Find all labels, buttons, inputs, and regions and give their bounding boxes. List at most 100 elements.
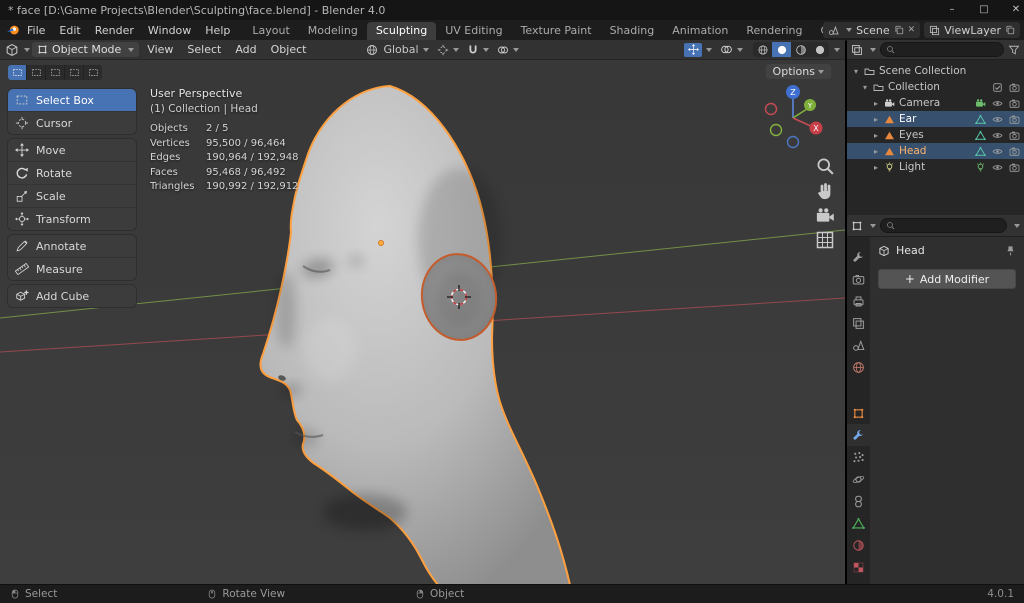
outliner-search-input[interactable] [898,44,998,55]
pin-icon[interactable] [1005,245,1016,256]
axis-neg-z[interactable] [788,137,799,148]
shading-solid-button[interactable] [772,42,791,57]
select-mode-subtract-button[interactable] [46,65,65,80]
snapping-dropdown[interactable] [467,44,489,56]
outliner-row-scene-collection[interactable]: ▾ Scene Collection [847,63,1024,79]
properties-tab-physics[interactable] [847,468,870,490]
menu-help[interactable]: Help [198,24,237,37]
new-view-layer-icon[interactable] [1005,25,1015,35]
properties-tab-data[interactable] [847,512,870,534]
properties-editor-icon[interactable] [851,220,863,232]
properties-tab-particles[interactable] [847,446,870,468]
select-mode-set-button[interactable] [8,65,27,80]
eye-icon[interactable] [992,114,1003,125]
properties-search[interactable] [880,218,1007,233]
tab-modeling[interactable]: Modeling [299,22,367,40]
minimize-button[interactable]: – [936,0,968,20]
head-object[interactable] [260,86,570,585]
tool-measure[interactable]: Measure [8,258,136,280]
tool-rotate[interactable]: Rotate [8,162,136,185]
pivot-point-dropdown[interactable] [437,44,459,56]
properties-tab-constraints[interactable] [847,490,870,512]
axis-neg-x[interactable] [766,104,777,115]
checkbox-icon[interactable] [992,82,1003,93]
select-mode-extend-button[interactable] [27,65,46,80]
camera-view-button[interactable] [815,206,835,226]
tab-shading[interactable]: Shading [601,22,664,40]
axis-neg-y[interactable] [771,125,782,136]
mode-dropdown[interactable]: Object Mode [32,42,139,57]
proportional-edit-dropdown[interactable] [497,44,519,56]
tab-compositing[interactable]: Compositing [812,22,824,40]
tool-add-cube[interactable]: Add Cube [8,285,136,307]
shading-wireframe-button[interactable] [753,42,772,57]
transform-orientation-dropdown[interactable]: Global [366,43,428,56]
properties-tab-output[interactable] [847,290,870,312]
properties-tab-object[interactable] [847,402,870,424]
properties-tab-tool[interactable] [847,246,870,268]
properties-tab-view-layer[interactable] [847,312,870,334]
menu-render[interactable]: Render [88,24,141,37]
tab-animation[interactable]: Animation [663,22,737,40]
ortho-toggle-button[interactable] [815,230,835,250]
render-visibility-icon[interactable] [1009,114,1020,125]
render-visibility-icon[interactable] [1009,162,1020,173]
eye-icon[interactable] [992,146,1003,157]
tool-scale[interactable]: Scale [8,185,136,208]
navigation-gizmo[interactable]: Z Y X [753,78,833,156]
tool-transform[interactable]: Transform [8,208,136,230]
tool-select-box[interactable]: Select Box [8,89,136,112]
outliner-search[interactable] [880,42,1004,57]
pan-hand-button[interactable] [815,181,835,201]
gizmo-toggle[interactable] [684,43,712,57]
tab-uv-editing[interactable]: UV Editing [436,22,511,40]
shading-material-button[interactable] [791,42,810,57]
render-visibility-icon[interactable] [1009,98,1020,109]
menu-object[interactable]: Object [265,43,313,56]
menu-window[interactable]: Window [141,24,198,37]
eye-icon[interactable] [992,98,1003,109]
outliner-editor-icon[interactable] [851,44,863,56]
tab-rendering[interactable]: Rendering [737,22,811,40]
outliner-row-light[interactable]: ▸ Light [847,159,1024,175]
editor-type-icon[interactable] [5,43,19,57]
outliner-row-head[interactable]: ▸ Head [847,143,1024,159]
zoom-button[interactable] [815,156,835,176]
outliner-row-collection[interactable]: ▾ Collection [847,79,1024,95]
properties-tab-world[interactable] [847,356,870,378]
menu-add[interactable]: Add [229,43,262,56]
new-scene-icon[interactable] [894,25,904,35]
properties-tab-material[interactable] [847,534,870,556]
outliner-row-camera[interactable]: ▸ Camera [847,95,1024,111]
tab-texture-paint[interactable]: Texture Paint [512,22,601,40]
properties-tab-scene[interactable] [847,334,870,356]
tool-move[interactable]: Move [8,139,136,162]
close-button[interactable]: ✕ [1000,0,1024,20]
properties-tab-modifiers[interactable] [847,424,870,446]
tab-sculpting[interactable]: Sculpting [367,22,436,40]
select-mode-intersect-button[interactable] [84,65,102,80]
shading-rendered-button[interactable] [810,42,829,57]
menu-select[interactable]: Select [181,43,227,56]
properties-search-input[interactable] [898,220,1001,231]
add-modifier-button[interactable]: + Add Modifier [878,269,1016,289]
unlink-scene-icon[interactable]: ✕ [908,25,916,35]
tool-annotate[interactable]: Annotate [8,235,136,258]
filter-icon[interactable] [1008,44,1020,56]
maximize-button[interactable]: □ [968,0,1000,20]
overlays-toggle[interactable] [720,43,743,56]
menu-edit[interactable]: Edit [52,24,87,37]
properties-tab-render[interactable] [847,268,870,290]
menu-view[interactable]: View [141,43,179,56]
tool-cursor[interactable]: Cursor [8,112,136,134]
outliner-row-ear[interactable]: ▸ Ear [847,111,1024,127]
tab-layout[interactable]: Layout [243,22,298,40]
render-visibility-icon[interactable] [1009,146,1020,157]
outliner-row-eyes[interactable]: ▸ Eyes [847,127,1024,143]
view-layer-selector[interactable]: ViewLayer [924,22,1020,38]
menu-file[interactable]: File [20,24,52,37]
render-visibility-icon[interactable] [1009,130,1020,141]
options-dropdown[interactable]: Options [766,64,831,79]
eye-icon[interactable] [992,130,1003,141]
viewport-canvas[interactable]: Options Select Box Cursor Move Rotat [0,60,845,585]
